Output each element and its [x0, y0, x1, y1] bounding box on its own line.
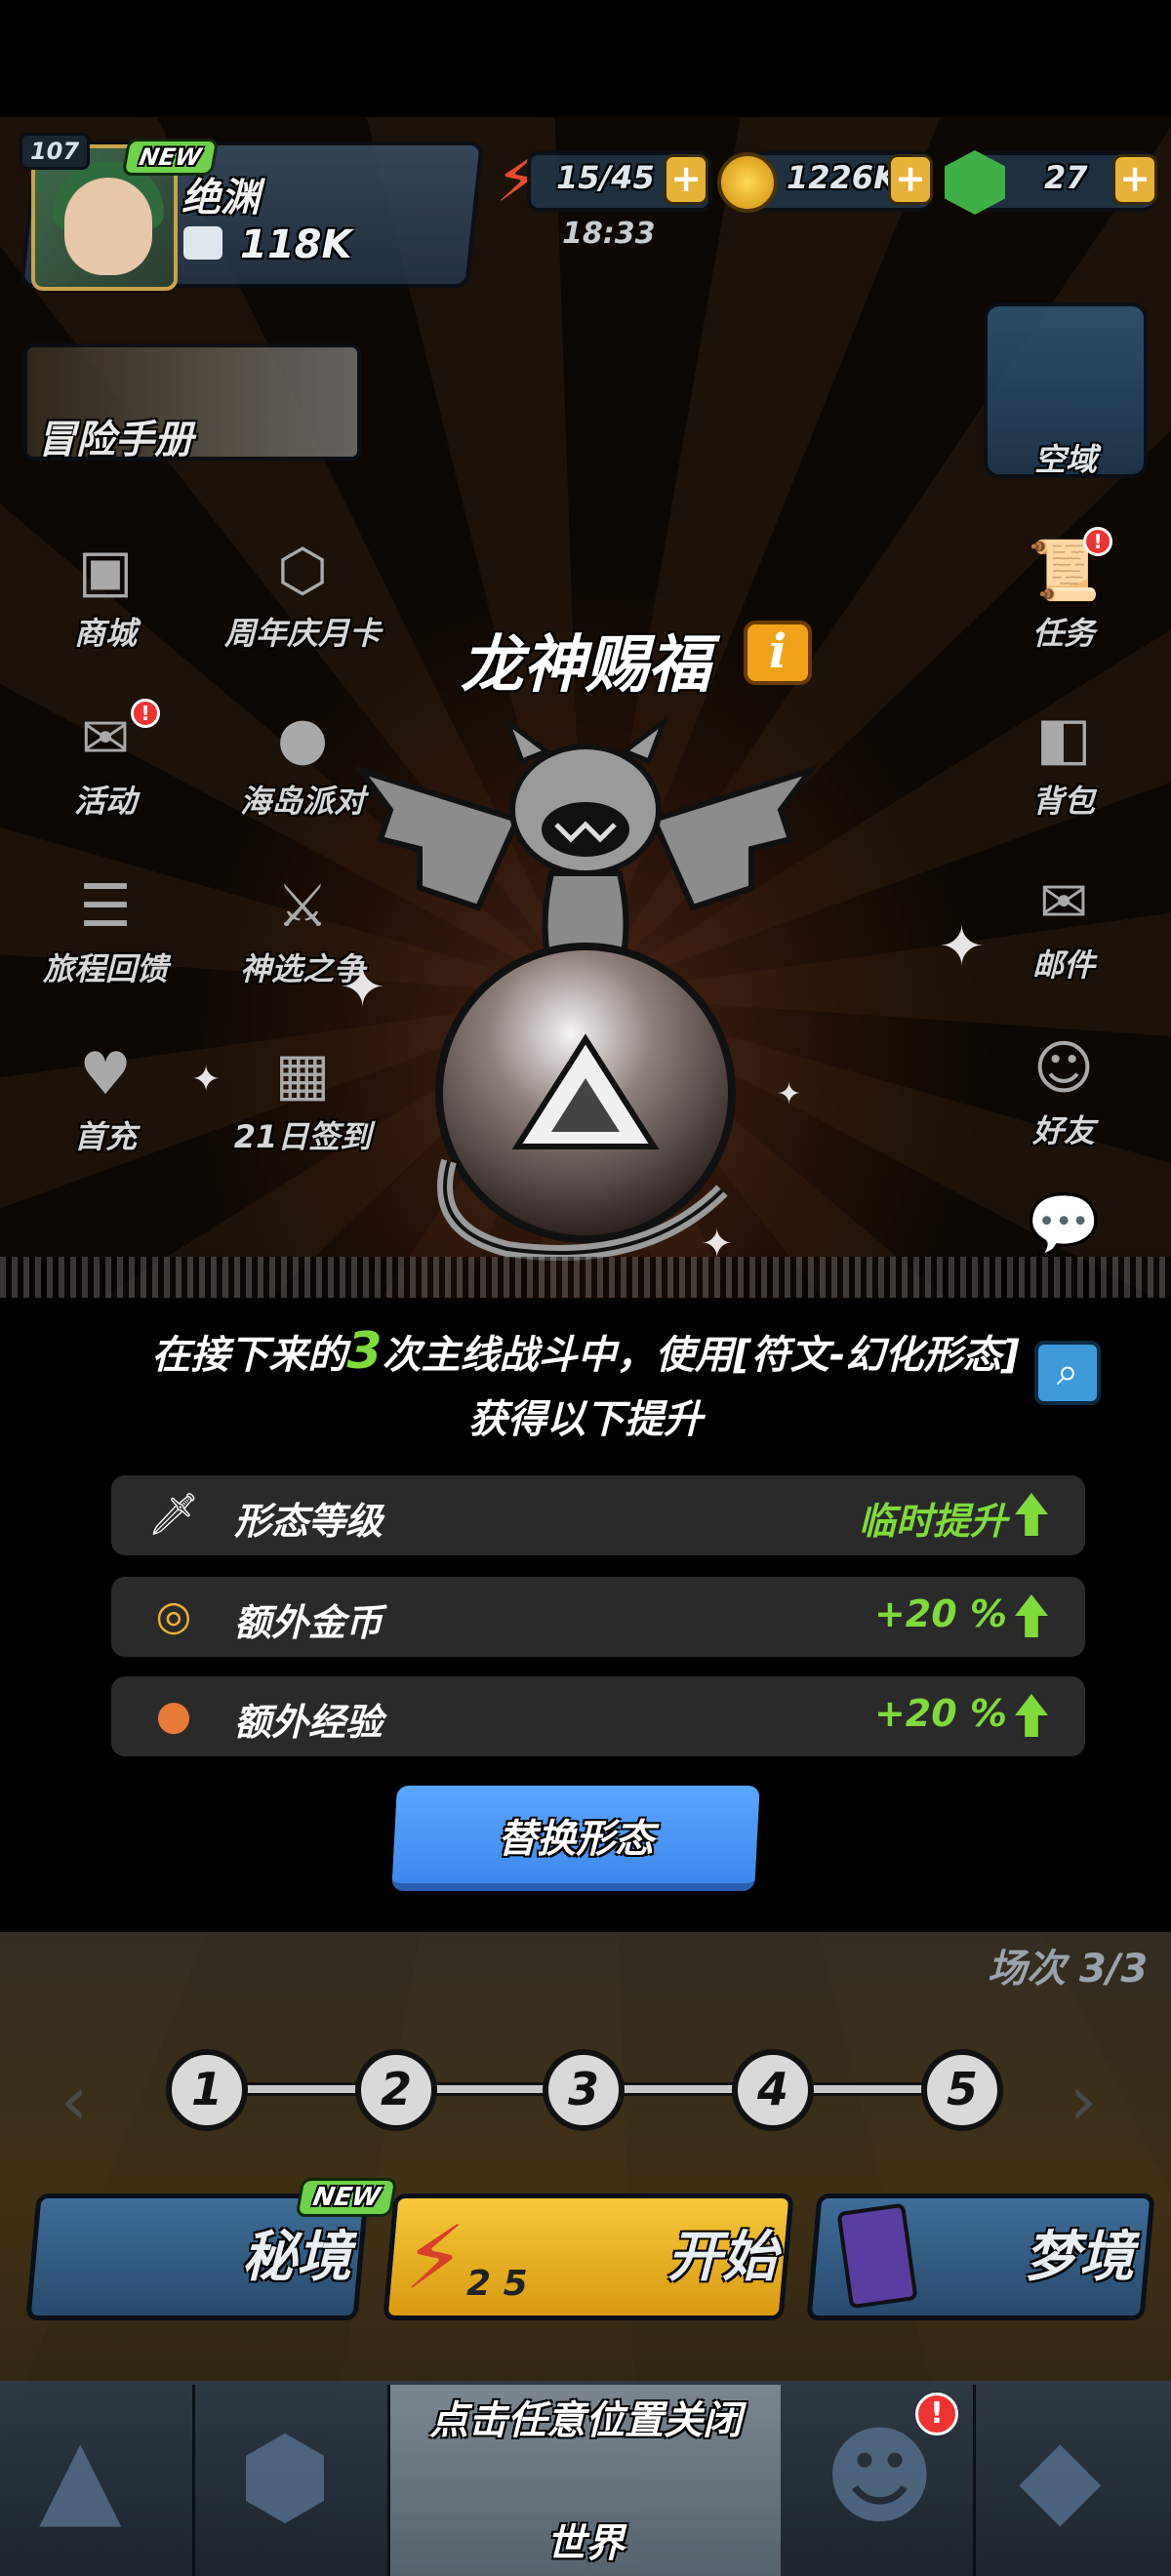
energy-plus-button[interactable]: +: [664, 154, 708, 205]
adventure-manual-label: 冒险手册: [37, 418, 193, 463]
journey-rewards-button[interactable]: ☰ 旅程回馈: [27, 863, 183, 989]
bag-label: 背包: [1031, 783, 1095, 820]
close-hint: 点击任意位置关闭: [429, 2398, 742, 2443]
first-charge-button[interactable]: ♥ 首充: [27, 1030, 183, 1157]
dragon-orb-illustration: [353, 714, 818, 1261]
magnifier-search-button[interactable]: ⌕: [1034, 1341, 1101, 1405]
bonus-value: +20 %: [873, 1592, 1007, 1635]
magnifier-icon: ⌕: [1056, 1349, 1079, 1394]
up-arrow-icon: [1015, 1694, 1048, 1737]
sparkle-icon: ✦: [191, 1060, 222, 1100]
dialog-title: 龙神赐福: [461, 629, 710, 702]
bonus-label: 额外金币: [234, 1601, 384, 1644]
gold-card-icon: ⬡: [276, 537, 329, 605]
envelope-icon: ✉: [1038, 868, 1089, 937]
sparkle-icon: ✦: [777, 1077, 802, 1111]
stage-node-1[interactable]: 1: [166, 2049, 248, 2131]
backpack-icon: ◧: [1035, 704, 1092, 773]
first-charge-label: 首充: [73, 1118, 137, 1155]
mail-label: 邮件: [1031, 946, 1095, 984]
top-black-bar: [0, 0, 1171, 117]
treasure-chest-icon: ▣: [77, 537, 134, 605]
bag-button[interactable]: ◧ 背包: [986, 695, 1142, 822]
level-badge: 107: [20, 133, 90, 170]
gold-value: 1226K: [787, 159, 898, 196]
airspace-label: 空域: [1033, 441, 1097, 478]
energy-value: 15/45: [556, 159, 655, 196]
world-label: 世界: [546, 2521, 625, 2566]
secret-realm-label: 秘境: [242, 2226, 351, 2289]
stage-node-5[interactable]: 5: [921, 2049, 1003, 2131]
desc-prefix: 在接下来的: [151, 1333, 347, 1378]
journey-rewards-label: 旅程回馈: [42, 950, 168, 987]
card-icon: [836, 2202, 918, 2310]
friends-icon: ☺: [1032, 1034, 1095, 1103]
bonus-row: 🗡 形态等级 临时提升: [111, 1475, 1085, 1555]
meat-icon: ●: [155, 1691, 192, 1739]
player-power: 118K: [240, 222, 352, 267]
mail-button[interactable]: ✉ 邮件: [986, 859, 1142, 986]
bonus-row: ● 额外经验 +20 %: [111, 1676, 1085, 1756]
friends-label: 好友: [1031, 1112, 1095, 1149]
dream-realm-label: 梦境: [1025, 2226, 1134, 2289]
sword-icon: 🗡: [147, 1490, 200, 1538]
desc-suffix: 次主线战斗中，使用[符文-幻化形态]: [382, 1333, 1020, 1378]
bonus-row: ◎ 额外金币 +20 %: [111, 1577, 1085, 1657]
chevron-left-icon[interactable]: ‹: [61, 2061, 88, 2141]
strawberry-icon: ♥: [79, 1040, 132, 1108]
fist-icon: [183, 226, 222, 260]
calendar-icon: ▦: [274, 1040, 331, 1108]
desc-count: 3: [346, 1322, 383, 1381]
new-badge: NEW: [295, 2178, 398, 2217]
gem-plus-button[interactable]: +: [1112, 154, 1157, 205]
tasks-alert-dot: !: [1083, 527, 1112, 556]
panel-top-stripe: [0, 1257, 1171, 1302]
info-button[interactable]: i: [744, 621, 812, 685]
start-energy-cost: 2 5: [466, 2264, 528, 2304]
player-name: 绝渊: [182, 176, 260, 221]
crossed-swords-icon: ⚔: [276, 872, 329, 941]
bonus-value: +20 %: [873, 1692, 1007, 1735]
chevron-right-icon[interactable]: ›: [1070, 2061, 1097, 2141]
coins-icon: ◎: [155, 1591, 192, 1639]
stage-node-3[interactable]: 3: [543, 2049, 625, 2131]
events-button[interactable]: ✉ 活动: [27, 695, 183, 822]
dialog-description: 在接下来的3次主线战斗中，使用[符文-幻化形态]: [0, 1322, 1171, 1381]
stage-node-2[interactable]: 2: [355, 2049, 437, 2131]
dialog-description-line2: 获得以下提升: [468, 1397, 703, 1442]
avatar-face: [64, 178, 152, 275]
events-label: 活动: [73, 783, 137, 820]
round-counter: 场次 3/3: [988, 1947, 1149, 1992]
friends-button[interactable]: ☺ 好友: [986, 1025, 1142, 1151]
gem-value: 27: [1044, 159, 1088, 196]
gold-plus-button[interactable]: +: [888, 154, 933, 205]
up-arrow-icon: [1015, 1493, 1048, 1536]
bonus-label: 形态等级: [234, 1500, 384, 1543]
sparkle-icon: ✦: [939, 915, 985, 979]
coin-icon: [717, 152, 778, 213]
bonus-label: 额外经验: [234, 1701, 384, 1744]
checklist-icon: ☰: [79, 872, 132, 941]
bonus-value: 临时提升: [858, 1500, 1007, 1543]
stage-node-4[interactable]: 4: [732, 2049, 814, 2131]
chat-button[interactable]: 💬: [986, 1181, 1142, 1268]
lightning-icon: ⚡: [404, 2207, 466, 2310]
chat-bubble-icon: 💬: [1027, 1190, 1101, 1259]
up-arrow-icon: [1015, 1594, 1048, 1637]
sparkle-icon: ✦: [340, 956, 385, 1020]
start-label: 开始: [667, 2226, 777, 2289]
coconut-icon: ●: [276, 704, 329, 773]
swap-form-label: 替换形态: [498, 1817, 654, 1862]
energy-timer: 18:33: [562, 217, 656, 251]
